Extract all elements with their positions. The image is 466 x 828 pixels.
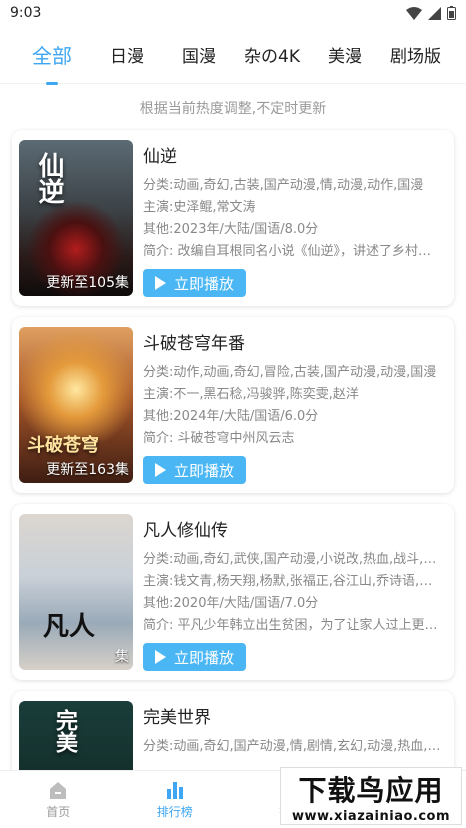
item-genre: 分类:动画,奇幻,古装,国产动漫,情,动漫,动作,国漫 [143,178,424,193]
wifi-icon [406,6,422,20]
item-other: 其他:2024年/大陆/国语/6.0分 [143,409,319,424]
item-info: 仙逆 分类:动画,奇幻,古装,国产动漫,情,动漫,动作,国漫 主演:史泽鲲,常文… [143,140,444,297]
item-cast: 主演:史泽鲲,常文涛 [143,200,256,215]
nav-ranking[interactable]: 排行榜 [117,771,234,828]
play-label: 立即播放 [174,461,235,480]
play-label: 立即播放 [174,648,235,667]
poster-title: 完美 [52,709,78,753]
item-genre: 分类:动画,奇幻,武侠,国产动漫,小说改,热血,战斗,玄幻,动作 [143,552,444,567]
play-icon [155,463,166,477]
list-item[interactable]: 凡人 集 凡人修仙传 分类:动画,奇幻,武侠,国产动漫,小说改,热血,战斗,玄幻… [12,504,454,680]
episode-badge: 更新至105集 [46,275,129,291]
anime-list: 仙逆 更新至105集 仙逆 分类:动画,奇幻,古装,国产动漫,情,动漫,动作,国… [0,130,466,828]
category-tabs: 全部 日漫 国漫 杂の4K 美漫 剧场版 [0,26,466,84]
item-cast: 主演:不一,黑石稔,冯骏骅,陈奕雯,赵洋 [143,387,359,402]
poster-image[interactable]: 仙逆 更新至105集 [19,140,133,296]
item-cast: 主演:钱文青,杨天翔,杨默,张福正,谷江山,乔诗语,佟心竹 [143,574,444,589]
item-title: 仙逆 [143,147,177,167]
play-icon [155,650,166,664]
signal-icon [428,6,441,20]
item-intro: 简介: 平凡少年韩立出生贫困，为了让家人过上更好的生活 [143,618,444,633]
status-time: 9:03 [10,5,42,21]
item-genre: 分类:动作,动画,奇幻,冒险,古装,国产动漫,动漫,国漫 [143,365,437,380]
episode-badge: 更新至163集 [46,462,129,478]
play-button[interactable]: 立即播放 [143,643,247,671]
nav-home[interactable]: 首页 [0,771,117,828]
poster-title: 仙逆 [34,152,64,204]
poster-image[interactable]: 斗破苍穹 更新至163集 [19,327,133,483]
item-title: 凡人修仙传 [143,521,228,541]
tab-american-anime[interactable]: 美漫 [316,42,374,67]
item-other: 其他:2020年/大陆/国语/7.0分 [143,596,319,611]
ranking-icon [166,782,183,799]
poster-image[interactable]: 凡人 集 [19,514,133,670]
item-intro: 简介: 改编自耳根同名小说《仙逆》，讲述了乡村平凡少年王林 [143,244,444,259]
play-button[interactable]: 立即播放 [143,269,247,297]
play-icon [155,276,166,290]
item-other: 其他:2023年/大陆/国语/8.0分 [143,222,319,237]
tab-japanese-anime[interactable]: 日漫 [98,42,156,67]
list-item[interactable]: 斗破苍穹 更新至163集 斗破苍穹年番 分类:动作,动画,奇幻,冒险,古装,国产… [12,317,454,493]
watermark-url: www.xiazainiao.com [291,808,451,824]
watermark-logo: 下载鸟应用 www.xiazainiao.com [280,767,462,825]
item-info: 凡人修仙传 分类:动画,奇幻,武侠,国产动漫,小说改,热血,战斗,玄幻,动作 主… [143,514,444,671]
tab-4k[interactable]: 杂の4K [232,42,312,67]
item-title: 斗破苍穹年番 [143,334,245,354]
item-intro: 简介: 斗破苍穹中州风云志 [143,431,295,446]
home-icon [50,782,67,799]
list-item[interactable]: 仙逆 更新至105集 仙逆 分类:动画,奇幻,古装,国产动漫,情,动漫,动作,国… [12,130,454,306]
battery-icon [447,6,456,20]
play-button[interactable]: 立即播放 [143,456,247,484]
tab-chinese-anime[interactable]: 国漫 [170,42,228,67]
item-title: 完美世界 [143,708,211,728]
poster-title: 斗破苍穹 [27,435,99,456]
watermark-title: 下载鸟应用 [298,773,444,807]
tab-movies[interactable]: 剧场版 [378,42,453,67]
poster-title: 凡人 [43,612,96,642]
nav-ranking-label: 排行榜 [156,805,193,819]
item-genre: 分类:动画,奇幻,国产动漫,情,剧情,玄幻,动漫,热血,青春 [143,739,444,754]
episode-badge: 集 [115,649,129,665]
nav-home-label: 首页 [46,805,71,819]
play-label: 立即播放 [174,274,235,293]
item-info: 斗破苍穹年番 分类:动作,动画,奇幻,冒险,古装,国产动漫,动漫,国漫 主演:不… [143,327,444,484]
status-icons [406,6,456,20]
ranking-subtitle: 根据当前热度调整,不定时更新 [139,101,327,117]
status-bar: 9:03 [0,0,466,26]
tab-all[interactable]: 全部 [20,40,84,69]
